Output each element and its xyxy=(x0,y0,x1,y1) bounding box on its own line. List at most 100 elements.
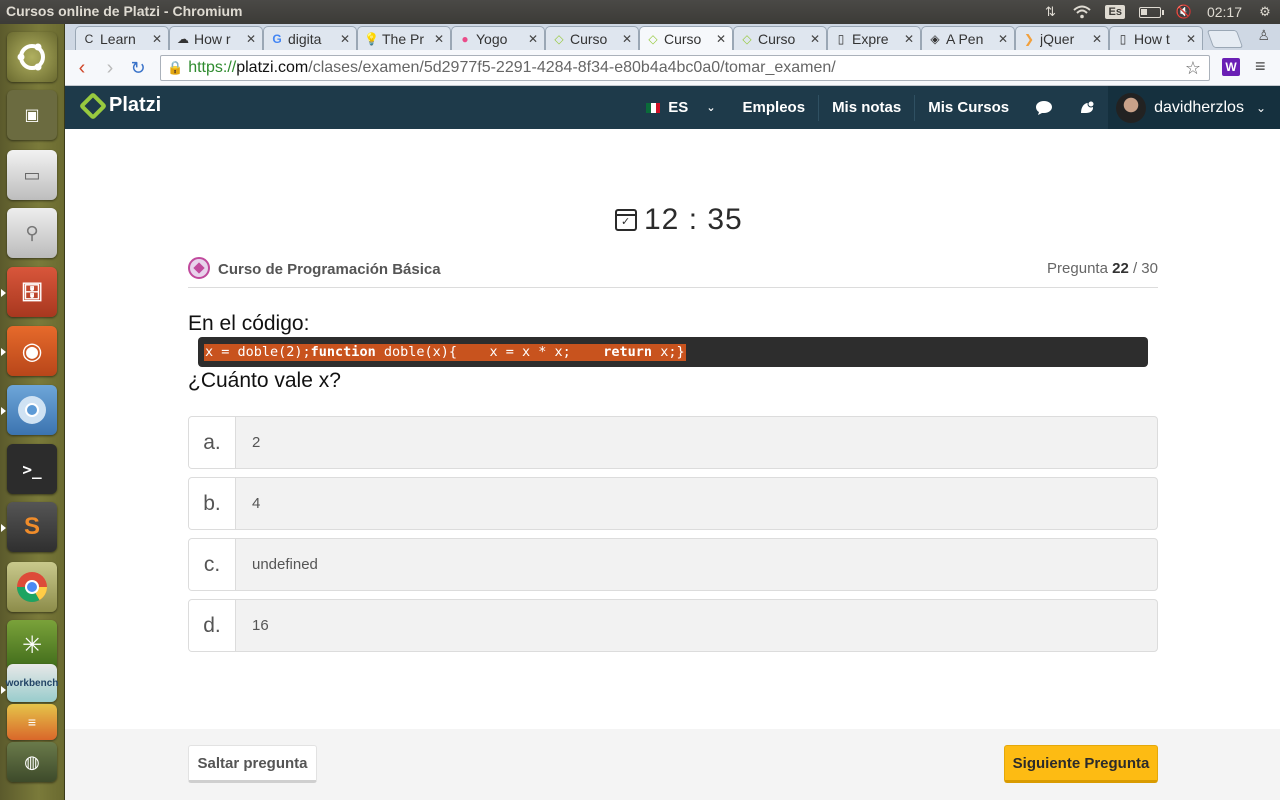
skip-question-button[interactable]: Saltar pregunta xyxy=(188,745,317,783)
forward-icon[interactable]: › xyxy=(99,57,121,79)
exam-timer: 12 : 35 xyxy=(615,203,743,237)
browser-tab[interactable]: ▯ How t ✕ xyxy=(1109,26,1203,50)
browser-tab[interactable]: ◇ Curso ✕ xyxy=(545,26,639,50)
close-icon[interactable]: ✕ xyxy=(1186,32,1198,46)
drive-icon[interactable]: ▭ xyxy=(7,150,57,200)
language-label: ES xyxy=(668,99,689,116)
browser-tab[interactable]: ◈ A Pen ✕ xyxy=(921,26,1015,50)
nav-empleos[interactable]: Empleos xyxy=(730,95,819,121)
close-icon[interactable]: ✕ xyxy=(152,32,164,46)
question-text: ¿Cuánto vale x? xyxy=(188,369,341,392)
extension-icon[interactable]: W xyxy=(1222,58,1240,76)
close-icon[interactable]: ✕ xyxy=(528,32,540,46)
tab-favicon-icon: ❯ xyxy=(1023,31,1035,46)
tab-favicon-icon: 💡 xyxy=(364,31,379,46)
tab-favicon-icon: ◈ xyxy=(930,31,940,46)
logo-text: Platzi xyxy=(109,94,162,116)
browser-tab-strip: C Learn ✕ ☁ How r ✕ Gdigita ✕ 💡 The Pr ✕ ● Yogo ✕… xyxy=(65,24,1280,50)
address-bar[interactable]: 🔒 https://platzi.com/clases/examen/5d297… xyxy=(160,55,1210,81)
timer-value: 12 : 35 xyxy=(644,203,743,236)
wifi-icon[interactable] xyxy=(1073,3,1092,21)
option-letter: d. xyxy=(189,600,236,651)
question-counter: Pregunta 22 / 30 xyxy=(1047,260,1158,277)
browser-tab[interactable]: 💡 The Pr ✕ xyxy=(357,26,451,50)
new-tab-button[interactable] xyxy=(1206,30,1244,48)
close-icon[interactable]: ✕ xyxy=(904,32,916,46)
browser-tab[interactable]: C Learn ✕ xyxy=(75,26,169,50)
lock-icon: 🔒 xyxy=(167,60,184,75)
url-host: platzi.com xyxy=(236,59,309,76)
tab-favicon-icon: ☁ xyxy=(177,31,189,46)
notifications-icon[interactable] xyxy=(1065,86,1108,129)
keyboard-layout-indicator[interactable]: Es xyxy=(1105,5,1125,19)
close-icon[interactable]: ✕ xyxy=(998,32,1010,46)
terminal-icon[interactable]: >_ xyxy=(7,444,57,494)
platzi-logo[interactable]: Platzi xyxy=(78,91,162,120)
close-icon[interactable]: ✕ xyxy=(810,32,822,46)
unity-launcher: ▣ ▭ ⚲ 🗄 ◉ >_ S ✳ workbench ≡ ◍ xyxy=(0,24,65,800)
language-selector[interactable]: ES ⌄ xyxy=(632,99,729,116)
network-transfer-icon[interactable]: ⇅ xyxy=(1041,3,1059,21)
browser-tab[interactable]: ❯ jQuer ✕ xyxy=(1015,26,1109,50)
user-menu[interactable]: davidherzlos ⌄ xyxy=(1108,86,1280,129)
mexico-flag-icon xyxy=(646,102,661,113)
code-block: x = doble(2);function doble(x){ x = x * … xyxy=(198,337,1148,367)
course-name: Curso de Programación Básica xyxy=(218,261,441,278)
stacked-app-icon[interactable]: ≡ xyxy=(7,704,57,740)
chat-bubble-icon[interactable] xyxy=(1022,86,1065,129)
nav-mis-cursos[interactable]: Mis Cursos xyxy=(914,94,1022,121)
bookmark-star-icon[interactable]: ☆ xyxy=(1185,58,1201,79)
firefox-icon[interactable]: ◉ xyxy=(1,326,57,376)
disk-app-icon[interactable]: ◍ xyxy=(7,742,57,782)
close-icon[interactable]: ✕ xyxy=(434,32,446,46)
answer-option-c[interactable]: c. undefined xyxy=(188,538,1158,591)
option-text: undefined xyxy=(252,556,318,573)
question-current: 22 xyxy=(1112,260,1129,277)
green-app-icon[interactable]: ✳ xyxy=(7,620,57,670)
usb-drive-icon[interactable]: ⚲ xyxy=(7,208,57,258)
reload-icon[interactable]: ↻ xyxy=(127,57,149,79)
browser-menu-icon[interactable]: ≡ xyxy=(1255,56,1266,77)
answer-option-d[interactable]: d. 16 xyxy=(188,599,1158,652)
question-intro: En el código: xyxy=(188,312,310,335)
chromium-icon[interactable] xyxy=(1,385,57,435)
clock[interactable]: 02:17 xyxy=(1207,4,1242,20)
workspace-switcher-icon[interactable]: ▣ xyxy=(7,90,57,140)
browser-toolbar: ‹ › ↻ 🔒 https://platzi.com/clases/examen… xyxy=(65,50,1280,86)
option-letter: c. xyxy=(189,539,236,590)
mysql-workbench-icon[interactable]: workbench xyxy=(1,664,58,702)
header-nav: ES ⌄ Empleos Mis notas Mis Cursos davidh… xyxy=(632,86,1280,129)
close-icon[interactable]: ✕ xyxy=(622,32,634,46)
close-icon[interactable]: ✕ xyxy=(246,32,258,46)
browser-tab[interactable]: ☁ How r ✕ xyxy=(169,26,263,50)
tab-favicon-icon: G xyxy=(272,31,282,46)
next-question-button[interactable]: Siguiente Pregunta xyxy=(1004,745,1158,783)
nav-mis-notas[interactable]: Mis notas xyxy=(818,94,914,121)
url-path: /clases/examen/5d2977f5-2291-4284-8f34-e… xyxy=(308,59,836,76)
battery-icon[interactable] xyxy=(1138,6,1164,18)
close-icon[interactable]: ✕ xyxy=(340,32,352,46)
volume-muted-icon[interactable]: 🔇 xyxy=(1175,3,1193,21)
close-icon[interactable]: ✕ xyxy=(716,32,728,46)
sublime-text-icon[interactable]: S xyxy=(1,502,57,552)
os-top-panel: Cursos online de Platzi - Chromium ⇅ Es … xyxy=(0,0,1280,24)
tab-favicon-icon: ▯ xyxy=(837,31,845,46)
calendar-check-icon xyxy=(615,209,637,231)
answer-option-a[interactable]: a. 2 xyxy=(188,416,1158,469)
answer-option-b[interactable]: b. 4 xyxy=(188,477,1158,530)
profile-icon[interactable]: ♙ xyxy=(1257,27,1270,44)
ubuntu-dash-icon[interactable] xyxy=(7,32,57,82)
browser-tab[interactable]: ▯ Expre ✕ xyxy=(827,26,921,50)
window-title: Cursos online de Platzi - Chromium xyxy=(6,3,243,19)
back-icon[interactable]: ‹ xyxy=(71,57,93,79)
browser-tab[interactable]: ◇ Curso ✕ xyxy=(733,26,827,50)
browser-tab-active[interactable]: ◇ Curso ✕ xyxy=(639,26,733,50)
file-manager-icon[interactable]: 🗄 xyxy=(1,267,57,317)
chrome-icon[interactable] xyxy=(7,562,57,612)
platzi-logo-icon xyxy=(78,91,108,120)
browser-tab[interactable]: Gdigita ✕ xyxy=(263,26,357,50)
close-icon[interactable]: ✕ xyxy=(1092,32,1104,46)
username: davidherzlos xyxy=(1154,98,1244,116)
browser-tab[interactable]: ● Yogo ✕ xyxy=(451,26,545,50)
settings-gear-icon[interactable]: ⚙ xyxy=(1256,3,1274,21)
